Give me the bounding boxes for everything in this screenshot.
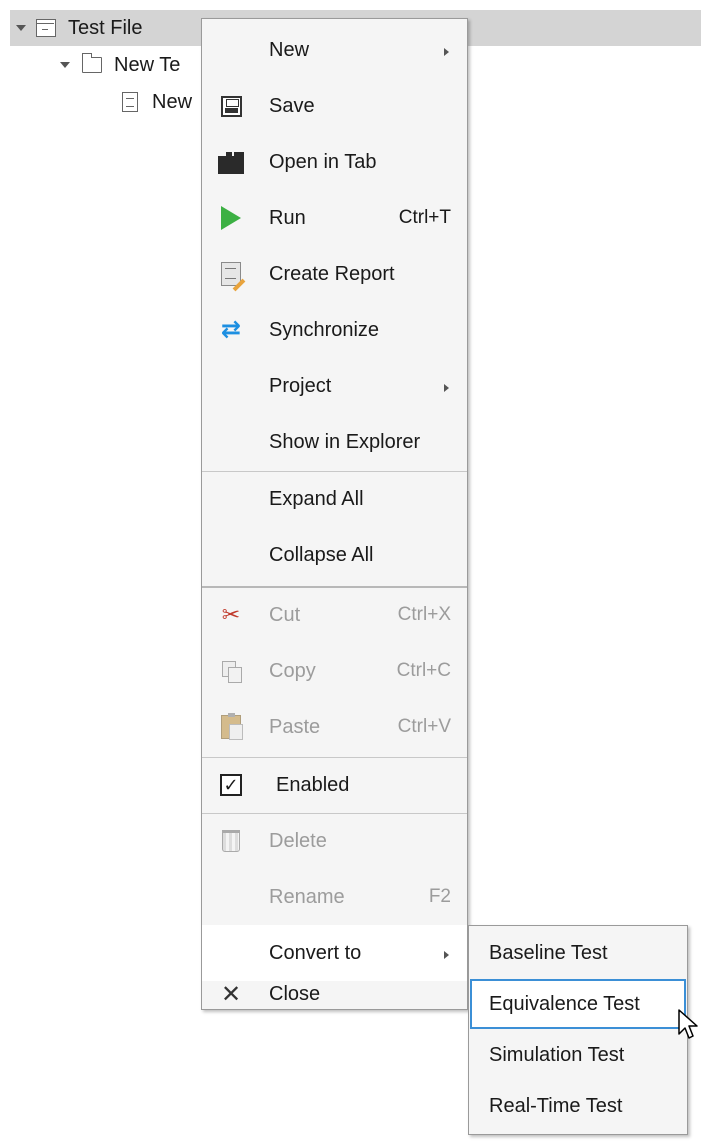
menu-item-cut[interactable]: ✂ Cut Ctrl+X [202,587,467,643]
collapse-arrow-icon[interactable] [58,47,70,83]
trash-icon [218,828,244,854]
menu-item-label: Save [269,94,315,117]
save-icon [218,93,244,119]
submenu-item-label: Simulation Test [489,1043,625,1066]
menu-item-project[interactable]: Project [202,358,467,414]
menu-item-copy[interactable]: Copy Ctrl+C [202,643,467,699]
menu-item-label: Convert to [269,941,362,964]
copy-icon [218,658,244,684]
folder-icon [81,53,102,73]
report-icon [218,261,244,287]
menu-item-show-in-explorer[interactable]: Show in Explorer [202,414,467,470]
submenu-item-simulation-test[interactable]: Simulation Test [470,1030,686,1080]
collapse-arrow-icon[interactable] [14,10,26,46]
menu-item-label: Rename [269,885,345,908]
menu-item-label: Project [269,374,332,397]
menu-item-label: Collapse All [269,543,374,566]
menu-item-label: Open in Tab [269,150,377,173]
test-file-icon [36,19,56,37]
submenu-item-baseline-test[interactable]: Baseline Test [470,928,686,978]
menu-item-label: Synchronize [269,318,380,341]
submenu-item-real-time-test[interactable]: Real-Time Test [470,1081,686,1131]
menu-item-new[interactable]: New [202,22,467,78]
menu-item-collapse-all[interactable]: Collapse All [202,527,467,583]
menu-item-close[interactable]: ✕ Close [202,981,467,1009]
submenu-arrow-icon [444,384,449,392]
convert-to-submenu: Baseline Test Equivalence Test Simulatio… [468,925,688,1135]
context-menu: New Save Open in Tab Run Ctrl+T Create R… [201,18,468,1010]
tree-node-label: New [152,90,193,113]
menu-item-shortcut: F2 [428,886,451,907]
menu-item-label: Run [269,206,306,229]
menu-item-save[interactable]: Save [202,78,467,134]
menu-item-label: Delete [269,829,327,852]
menu-item-label: Paste [269,715,321,738]
sync-icon: ⇄ [220,316,242,343]
submenu-item-equivalence-test[interactable]: Equivalence Test [470,979,686,1029]
menu-item-shortcut: Ctrl+X [397,604,451,625]
menu-item-label: Copy [269,659,316,682]
run-icon [218,205,244,231]
menu-item-shortcut: Ctrl+C [396,660,451,681]
submenu-arrow-icon [444,951,449,959]
mouse-cursor-icon [678,1009,698,1039]
document-icon [122,92,138,112]
menu-item-label: Cut [269,603,301,626]
close-icon: ✕ [220,980,242,1008]
menu-item-label: Expand All [269,487,364,510]
menu-item-delete[interactable]: Delete [202,813,467,869]
paste-icon [218,713,244,740]
menu-item-shortcut: Ctrl+V [397,716,451,737]
menu-item-label: New [269,38,310,61]
tree-node-label: Test File [68,16,143,39]
checkbox-icon[interactable]: ✓ [218,772,244,798]
menu-item-convert-to[interactable]: Convert to [202,925,467,981]
tab-icon [218,149,244,175]
menu-item-rename[interactable]: Rename F2 [202,869,467,925]
submenu-arrow-icon [444,48,449,56]
menu-item-expand-all[interactable]: Expand All [202,471,467,527]
menu-item-label: Close [269,983,321,1005]
menu-item-label: Show in Explorer [269,430,421,453]
menu-item-label: Create Report [269,262,395,285]
menu-item-enabled[interactable]: ✓ Enabled [202,757,467,813]
menu-item-label: Enabled [276,773,350,796]
scissors-icon: ✂ [221,602,241,627]
menu-item-shortcut: Ctrl+T [398,207,451,228]
menu-item-paste[interactable]: Paste Ctrl+V [202,699,467,755]
submenu-item-label: Equivalence Test [489,992,640,1015]
menu-item-create-report[interactable]: Create Report [202,246,467,302]
submenu-item-label: Baseline Test [489,941,608,964]
submenu-item-label: Real-Time Test [489,1094,623,1117]
tree-node-label: New Te [114,53,181,76]
menu-item-synchronize[interactable]: ⇄ Synchronize [202,302,467,358]
menu-item-open-in-tab[interactable]: Open in Tab [202,134,467,190]
menu-item-run[interactable]: Run Ctrl+T [202,190,467,246]
